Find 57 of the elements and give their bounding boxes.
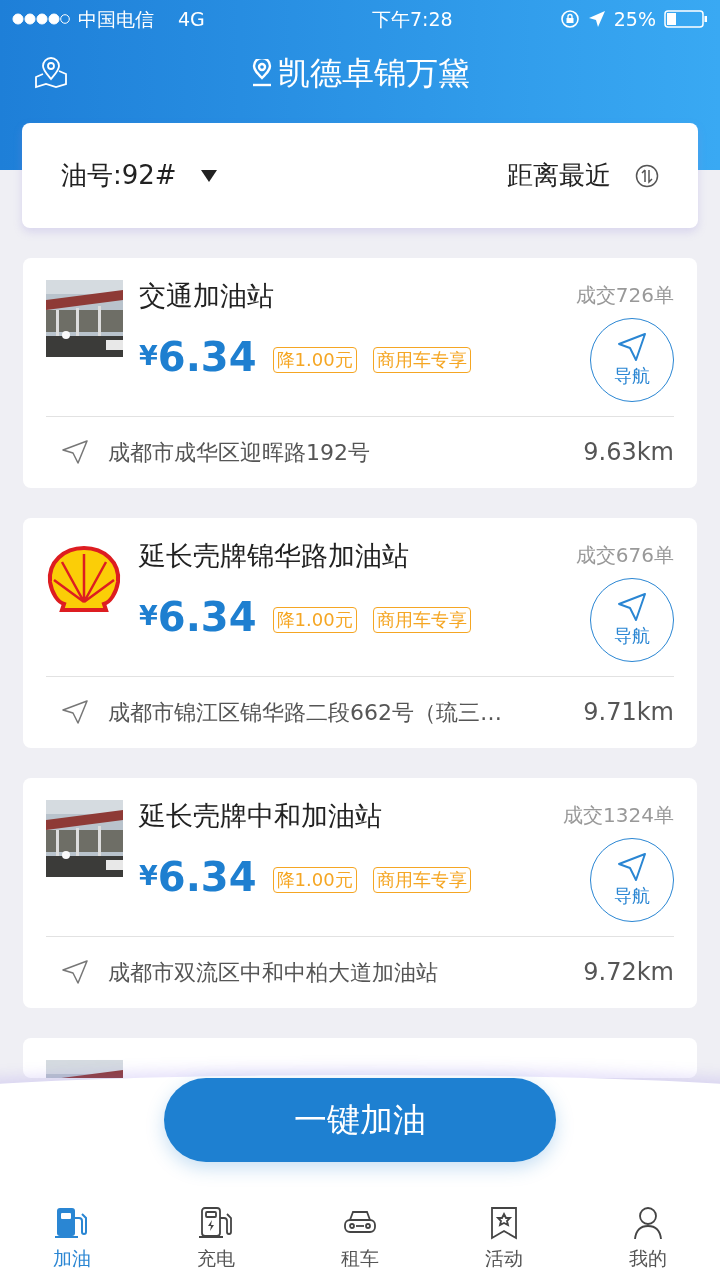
sort-button[interactable]: 距离最近 (506, 155, 660, 196)
fuel-price: 6.34 (157, 856, 257, 897)
charging-station-icon (198, 1206, 234, 1240)
navigation-arrow-icon (62, 960, 88, 984)
station-card[interactable]: 延长壳牌中和加油站 ¥6.34 降1.00元 商用车专享 成交1324单 导航 成都市双流区中和中柏大道加油站 9.72km (23, 778, 697, 1008)
sort-icon (635, 163, 659, 188)
distance: 9.71km (583, 697, 674, 728)
station-address: 成都市成华区迎晖路192号 (108, 438, 371, 467)
navigation-arrow-icon (617, 331, 647, 362)
tab-item[interactable]: 租车 (288, 1206, 432, 1273)
map-icon[interactable] (34, 57, 68, 89)
station-card[interactable]: 延长壳牌锦华路加油站 ¥6.34 降1.00元 商用车专享 成交676单 导航 成都市锦江区锦华路二段662号（琉三… 9.71km (23, 518, 697, 748)
navigation-arrow-icon (617, 851, 647, 882)
carrier-name: 中国电信 (78, 6, 154, 32)
refuel-button[interactable]: 一键加油 (164, 1078, 556, 1162)
tab-item[interactable]: 充电 (144, 1206, 288, 1273)
discount-tag: 降1.00元 (272, 606, 357, 633)
fuel-price: 6.34 (157, 336, 257, 377)
discount-tag: 商用车专享 (372, 346, 471, 373)
clock-time: 下午7:28 (371, 6, 453, 32)
fuel-pump-icon (54, 1206, 90, 1240)
navigation-arrow-icon (617, 591, 647, 622)
station-address: 成都市锦江区锦华路二段662号（琉三… (108, 698, 503, 727)
tab-item[interactable]: 我的 (576, 1206, 720, 1273)
currency-sign: ¥ (139, 859, 158, 894)
battery-percent: 25% (613, 6, 656, 32)
navigation-arrow-icon (62, 700, 88, 724)
order-count: 成交676单 (575, 542, 674, 569)
station-name: 延长壳牌锦华路加油站 (139, 540, 410, 573)
network-type: 4G (178, 6, 205, 32)
station-card[interactable]: 交通加油站 ¥6.34 降1.00元 商用车专享 成交726单 导航 成都市成华区迎晖路192号 9.63km (23, 258, 697, 488)
location-pin-icon (250, 59, 274, 87)
station-name: 延长壳牌中和加油站 (139, 800, 383, 833)
discount-tag: 商用车专享 (372, 606, 471, 633)
fuel-price: 6.34 (157, 596, 257, 637)
distance: 9.63km (583, 437, 674, 468)
navigation-arrow-icon (62, 440, 88, 464)
discount-tag: 降1.00元 (272, 346, 357, 373)
discount-tag: 商用车专享 (372, 866, 471, 893)
fuel-type-dropdown[interactable]: 油号:92# (60, 155, 218, 196)
discount-tag: 降1.00元 (272, 866, 357, 893)
order-count: 成交726单 (575, 282, 674, 309)
tab-item[interactable]: 活动 (432, 1206, 576, 1273)
distance: 9.72km (583, 957, 674, 988)
location-arrow-icon (587, 10, 606, 28)
navigate-button[interactable]: 导航 (590, 318, 674, 402)
tab-item[interactable]: 加油 (0, 1206, 144, 1273)
currency-sign: ¥ (139, 339, 158, 374)
signal-icon (12, 13, 70, 25)
navigate-button[interactable]: 导航 (590, 578, 674, 662)
order-count: 成交1324单 (563, 802, 674, 829)
rotation-lock-icon (559, 9, 580, 29)
currency-sign: ¥ (139, 599, 158, 634)
station-name: 交通加油站 (139, 280, 275, 313)
navigate-button[interactable]: 导航 (590, 838, 674, 922)
battery-icon (664, 9, 708, 29)
station-address: 成都市双流区中和中柏大道加油站 (108, 958, 439, 987)
